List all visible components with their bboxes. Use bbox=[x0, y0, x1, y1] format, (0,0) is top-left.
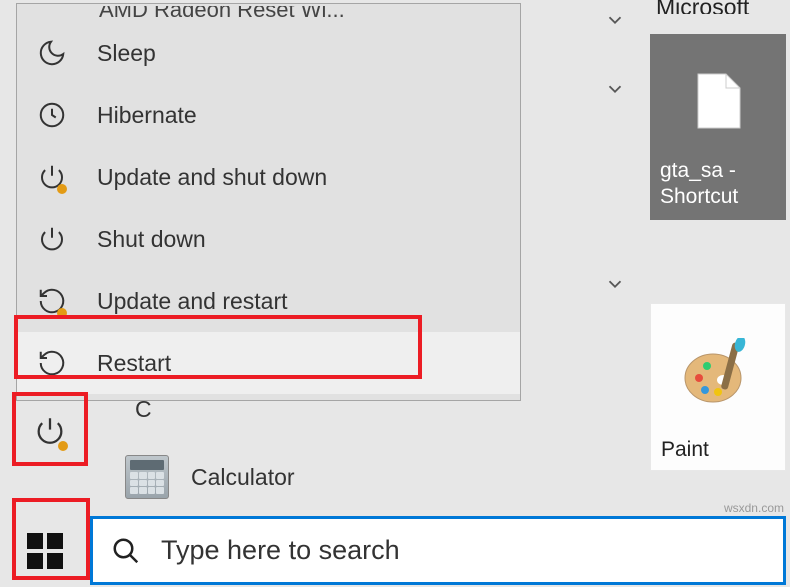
power-update-icon bbox=[35, 160, 69, 194]
clock-icon bbox=[35, 98, 69, 132]
shutdown-label: Shut down bbox=[97, 226, 206, 253]
update-restart-label: Update and restart bbox=[97, 288, 288, 315]
file-icon bbox=[696, 72, 742, 135]
shutdown-item[interactable]: Shut down bbox=[17, 208, 520, 270]
taskbar-search-box[interactable]: Type here to search bbox=[90, 516, 786, 585]
tile-group-label-cut: Microsoft S... bbox=[656, 0, 790, 14]
calculator-icon bbox=[125, 455, 169, 499]
watermark: wsxdn.com bbox=[724, 501, 784, 515]
power-button[interactable] bbox=[24, 405, 76, 457]
restart-update-icon bbox=[35, 284, 69, 318]
start-menu-area: AMD Radeon Reset Wi... Sleep Hibernate bbox=[0, 0, 636, 587]
sleep-item[interactable]: Sleep bbox=[17, 22, 520, 84]
power-options-menu: AMD Radeon Reset Wi... Sleep Hibernate bbox=[16, 3, 521, 401]
sleep-label: Sleep bbox=[97, 40, 156, 67]
update-shutdown-label: Update and shut down bbox=[97, 164, 327, 191]
calculator-app-item[interactable]: Calculator bbox=[125, 455, 295, 499]
moon-icon bbox=[35, 36, 69, 70]
update-restart-item[interactable]: Update and restart bbox=[17, 270, 520, 332]
calculator-label: Calculator bbox=[191, 464, 295, 491]
search-placeholder: Type here to search bbox=[161, 535, 400, 566]
paint-palette-icon bbox=[683, 338, 759, 413]
restart-icon bbox=[35, 346, 69, 380]
truncated-app-name: AMD Radeon Reset Wi... bbox=[17, 6, 520, 22]
update-shutdown-item[interactable]: Update and shut down bbox=[17, 146, 520, 208]
hibernate-item[interactable]: Hibernate bbox=[17, 84, 520, 146]
hibernate-label: Hibernate bbox=[97, 102, 197, 129]
restart-label: Restart bbox=[97, 350, 171, 377]
chevron-down-icon[interactable] bbox=[604, 78, 626, 100]
windows-logo-icon bbox=[27, 533, 63, 569]
taskbar: Type here to search bbox=[0, 514, 790, 587]
restart-item[interactable]: Restart bbox=[17, 332, 520, 394]
start-button[interactable] bbox=[0, 514, 90, 587]
section-letter-c[interactable]: C bbox=[135, 396, 152, 423]
tile-gta-label: gta_sa - Shortcut bbox=[660, 158, 786, 210]
tile-gta-sa-shortcut[interactable]: gta_sa - Shortcut bbox=[650, 34, 786, 220]
tile-paint[interactable]: Paint bbox=[650, 303, 786, 471]
tile-paint-label: Paint bbox=[661, 438, 709, 462]
chevron-down-icon[interactable] bbox=[604, 9, 626, 31]
power-icon bbox=[35, 222, 69, 256]
search-icon bbox=[111, 536, 141, 566]
chevron-down-icon[interactable] bbox=[604, 273, 626, 295]
